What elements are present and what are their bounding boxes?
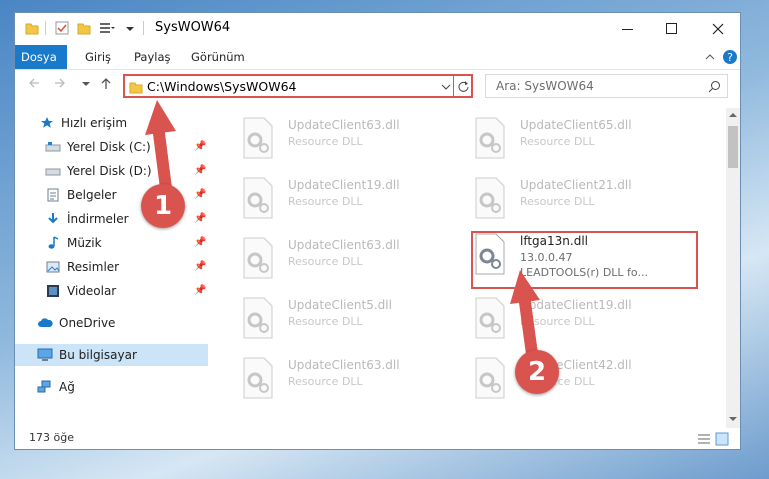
annotation-arrows: [145, 100, 540, 360]
step-badge-2: 2: [515, 350, 559, 394]
step-badge-1: 1: [141, 184, 185, 228]
